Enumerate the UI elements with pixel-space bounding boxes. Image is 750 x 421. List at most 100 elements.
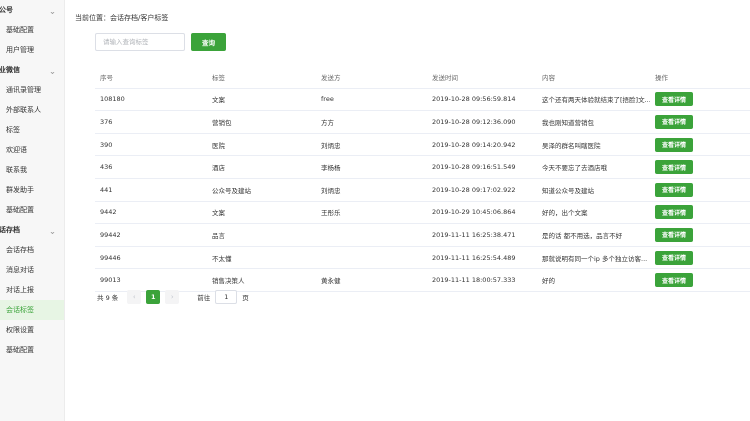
cell-content: 今天不要忘了去酒店哦 [542, 164, 607, 173]
view-details-button[interactable]: 查看详情 [655, 160, 693, 175]
sidebar: 众公号 ^ 基础配置 用户管理 企业微信 ^ 通讯录管理 外部联系人 标签 欢迎… [0, 0, 65, 421]
cell-content: 好的 [542, 277, 555, 286]
cell-content: 吴泽的群名叫瞎医院 [542, 141, 601, 150]
cell-id: 376 [100, 117, 113, 126]
sidebar-group-label: 会话存档 [0, 226, 20, 234]
cell-label: 销售决策人 [212, 277, 245, 286]
cell-label: 文案 [212, 96, 225, 105]
page-number-button[interactable]: 1 [146, 290, 161, 304]
cell-content: 知道公众号及建站 [542, 186, 594, 195]
view-details-button[interactable]: 查看详情 [655, 205, 693, 220]
cell-action: 查看详情 [650, 227, 750, 242]
table-row: 390 医院 刘炳忠 2019-10-28 09:14:20.942 吴泽的群名… [95, 134, 750, 157]
sidebar-item-message-dialog[interactable]: 消息对话 [0, 260, 64, 280]
sidebar-item-contacts[interactable]: 通讯录管理 [0, 80, 64, 100]
table-row: 99442 品言 2019-11-11 16:25:38.471 是的话 都不用… [95, 224, 750, 247]
sidebar-item-session-archive[interactable]: 会话存档 [0, 240, 64, 260]
sidebar-item-basic-config[interactable]: 基础配置 [0, 200, 64, 220]
column-header: 发送时间 [432, 73, 458, 82]
cell-label: 营销包 [212, 118, 232, 127]
cell-time: 2019-11-11 16:25:38.471 [432, 230, 516, 239]
view-details-button[interactable]: 查看详情 [655, 114, 693, 129]
column-header: 发送方 [321, 73, 341, 82]
table-row: 9442 文案 王彤乐 2019-10-29 10:45:06.864 好的，出… [95, 202, 750, 225]
cell-sender: 方方 [321, 118, 334, 127]
cell-content: 好的，出个文案 [542, 209, 588, 218]
sidebar-group-label: 企业微信 [0, 66, 20, 74]
cell-time: 2019-10-28 09:56:59.814 [432, 95, 516, 104]
cell-time: 2019-10-28 09:12:36.090 [432, 117, 516, 126]
view-details-button[interactable]: 查看详情 [655, 137, 693, 152]
cell-sender: 刘炳忠 [321, 186, 341, 195]
sidebar-group-official-account[interactable]: 众公号 ^ [0, 0, 64, 20]
cell-label: 文案 [212, 209, 225, 218]
main-content: 当前位置：会话存档/客户标签 查询 序号 标签 发送方 发送时间 内容 操作 1… [65, 0, 750, 421]
table-row: 436 酒店 李杨杨 2019-10-28 09:16:51.549 今天不要忘… [95, 156, 750, 179]
sidebar-group-wecom[interactable]: 企业微信 ^ [0, 60, 64, 80]
cell-time: 2019-10-28 09:16:51.549 [432, 163, 516, 172]
next-page-icon[interactable]: › [165, 290, 180, 304]
view-details-button[interactable]: 查看详情 [655, 273, 693, 288]
cell-time: 2019-11-11 18:00:57.333 [432, 276, 516, 285]
sidebar-item-permissions[interactable]: 权限设置 [0, 320, 64, 340]
sidebar-item-welcome[interactable]: 欢迎语 [0, 140, 64, 160]
view-details-button[interactable]: 查看详情 [655, 227, 693, 242]
sidebar-item-basic-config[interactable]: 基础配置 [0, 20, 64, 40]
sidebar-item-mass-send[interactable]: 群发助手 [0, 180, 64, 200]
cell-sender: 王彤乐 [321, 209, 341, 218]
cell-id: 99446 [100, 253, 121, 262]
view-details-button[interactable]: 查看详情 [655, 92, 693, 107]
sidebar-item-basic-config[interactable]: 基础配置 [0, 340, 64, 360]
cell-action: 查看详情 [650, 92, 750, 107]
cell-id: 436 [100, 163, 113, 172]
search-button[interactable]: 查询 [191, 33, 226, 51]
cell-action: 查看详情 [650, 137, 750, 152]
sidebar-item-user-management[interactable]: 用户管理 [0, 40, 64, 60]
table-header-row: 序号 标签 发送方 发送时间 内容 操作 [95, 66, 750, 89]
sidebar-item-dialog-report[interactable]: 对话上报 [0, 280, 64, 300]
table-row: 99446 不太懂 2019-11-11 16:25:54.489 那就说明有同… [95, 247, 750, 270]
prev-page-icon[interactable]: ‹ [127, 290, 142, 304]
sidebar-item-contact-me[interactable]: 联系我 [0, 160, 64, 180]
chevron-up-icon: ^ [49, 66, 55, 74]
cell-time: 2019-11-11 16:25:54.489 [432, 253, 516, 262]
cell-time: 2019-10-28 09:14:20.942 [432, 140, 516, 149]
cell-label: 品言 [212, 231, 225, 240]
sidebar-group-session-archive[interactable]: 会话存档 ^ [0, 220, 64, 240]
cell-sender: 刘炳忠 [321, 141, 341, 150]
table-row: 376 营销包 方方 2019-10-28 09:12:36.090 我也刚知道… [95, 111, 750, 134]
sidebar-item-session-tags[interactable]: 会话标签 [0, 300, 64, 320]
table-row: 108180 文案 free 2019-10-28 09:56:59.814 这… [95, 89, 750, 112]
cell-action: 查看详情 [650, 160, 750, 175]
column-header: 内容 [542, 73, 555, 82]
view-details-button[interactable]: 查看详情 [655, 182, 693, 197]
cell-action: 查看详情 [650, 114, 750, 129]
cell-label: 医院 [212, 141, 225, 150]
pagination: 共 9 条 ‹ 1 › 前往 页 [97, 290, 249, 304]
cell-id: 99013 [100, 276, 121, 285]
cell-content: 我也刚知道营销包 [542, 118, 594, 127]
search-input[interactable] [95, 33, 185, 51]
sidebar-group-label: 众公号 [0, 6, 13, 14]
view-details-button[interactable]: 查看详情 [655, 250, 693, 265]
cell-sender: 李杨杨 [321, 164, 341, 173]
page-unit-label: 页 [242, 294, 249, 302]
cell-action: 查看详情 [650, 205, 750, 220]
pagination-total: 共 9 条 [97, 294, 119, 302]
cell-id: 99442 [100, 230, 121, 239]
chevron-up-icon: ^ [49, 226, 55, 234]
sidebar-item-external-contacts[interactable]: 外部联系人 [0, 100, 64, 120]
cell-time: 2019-10-29 10:45:06.864 [432, 208, 516, 217]
cell-label: 公众号及建站 [212, 186, 251, 195]
cell-label: 酒店 [212, 164, 225, 173]
cell-id: 390 [100, 140, 113, 149]
tags-table: 序号 标签 发送方 发送时间 内容 操作 108180 文案 free 2019… [95, 66, 750, 292]
column-header: 序号 [100, 73, 113, 82]
goto-label: 前往 [197, 294, 211, 302]
goto-page-input[interactable] [215, 290, 238, 304]
cell-action: 查看详情 [650, 273, 750, 288]
cell-content: 这个还有两天体验就结束了[捂脸]文... [542, 96, 650, 105]
sidebar-item-tags[interactable]: 标签 [0, 120, 64, 140]
cell-sender: free [321, 95, 334, 104]
table-row: 99013 销售决策人 黄永健 2019-11-11 18:00:57.333 … [95, 269, 750, 292]
